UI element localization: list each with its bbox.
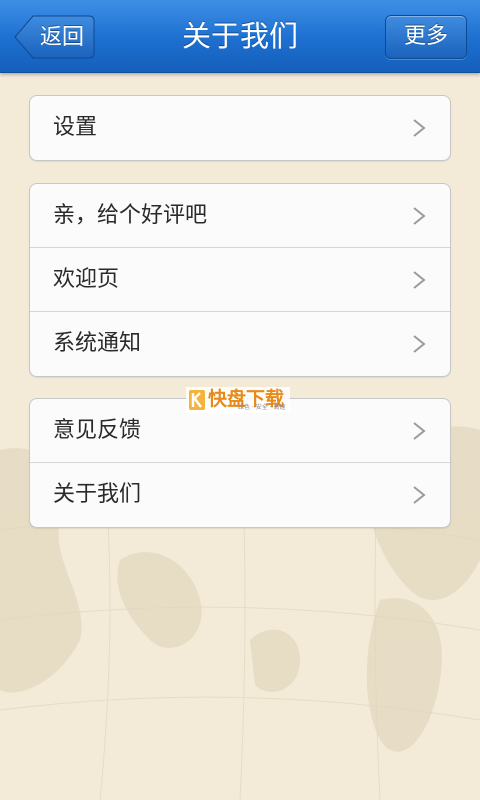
general-group: 亲，给个好评吧 欢迎页 系统通知 — [29, 183, 451, 377]
chevron-right-icon — [413, 271, 426, 289]
watermark-subtitle: 绿色 · 安全 · 高速 — [238, 404, 286, 411]
more-button[interactable]: 更多 — [385, 15, 467, 59]
list-item-welcome-page[interactable]: 欢迎页 — [30, 248, 450, 312]
kuaipan-logo-icon — [189, 390, 205, 410]
navigation-bar: 返回 关于我们 更多 — [0, 0, 480, 73]
chevron-right-icon — [413, 335, 426, 353]
list-item-label: 关于我们 — [53, 482, 142, 507]
list-item-label: 欢迎页 — [53, 267, 120, 292]
list-item-rate-app[interactable]: 亲，给个好评吧 — [30, 184, 450, 248]
chevron-right-icon — [413, 422, 426, 440]
chevron-right-icon — [413, 207, 426, 225]
list-item-about-us[interactable]: 关于我们 — [30, 463, 450, 527]
list-item-label: 系统通知 — [53, 331, 142, 356]
chevron-right-icon — [413, 486, 426, 504]
watermark-logo: 快盘下载 绿色 · 安全 · 高速 — [186, 387, 290, 413]
list-item-settings[interactable]: 设置 — [30, 96, 450, 160]
list-item-label: 亲，给个好评吧 — [53, 203, 208, 228]
settings-group: 设置 — [29, 95, 451, 161]
list-item-label: 设置 — [53, 115, 98, 140]
feedback-group: 意见反馈 关于我们 — [29, 398, 451, 528]
chevron-right-icon — [413, 119, 426, 137]
list-item-label: 意见反馈 — [53, 418, 142, 443]
list-item-system-notice[interactable]: 系统通知 — [30, 312, 450, 376]
